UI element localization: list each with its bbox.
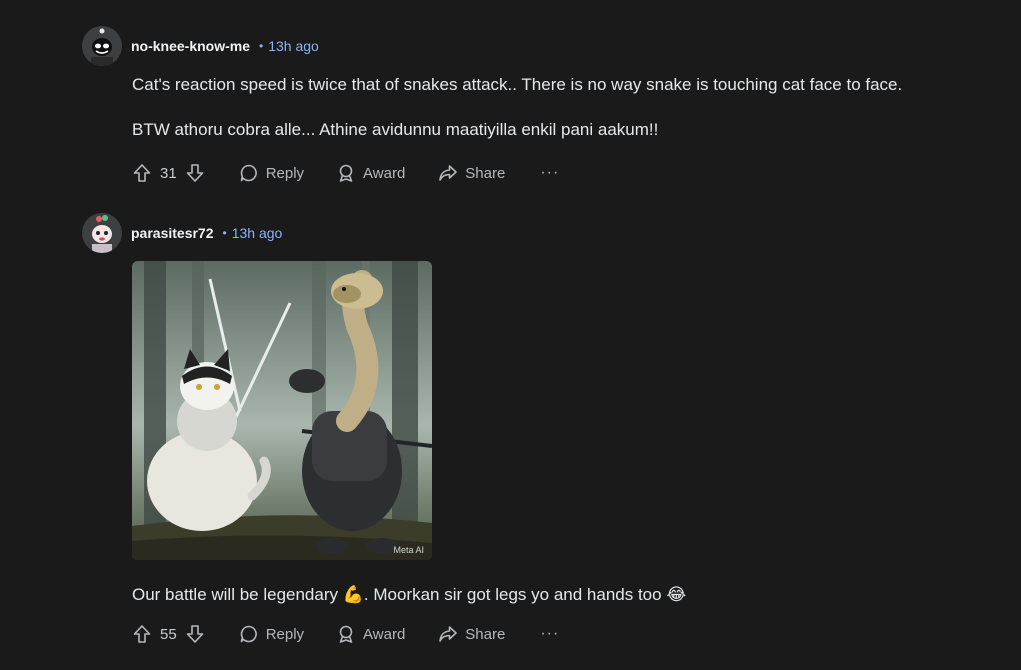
reply-label: Reply: [265, 625, 305, 643]
avatar[interactable]: [82, 26, 122, 66]
upvote-button[interactable]: [132, 624, 152, 644]
vote-count: 31: [160, 164, 177, 182]
comment-paragraph: Cat's reaction speed is twice that of sn…: [132, 75, 903, 94]
comment-text: Our battle will be legendary: [132, 585, 343, 604]
share-button[interactable]: Share: [438, 163, 505, 183]
downvote-arrow-icon: [186, 164, 203, 182]
share-arrow-icon: [439, 165, 458, 181]
username[interactable]: no-knee-know-me: [131, 38, 250, 54]
award-label: Award: [363, 625, 406, 643]
comment-image[interactable]: Meta AI: [132, 261, 432, 560]
timestamp[interactable]: 13h ago: [232, 225, 283, 241]
award-button[interactable]: Award: [336, 624, 405, 644]
upvote-arrow-icon: [133, 625, 151, 643]
cat-vs-cobra-illustration: [132, 261, 432, 560]
comment-header: no-knee-know-me • 13h ago: [82, 25, 982, 67]
share-button[interactable]: Share: [438, 624, 505, 644]
more-dots-icon: ···: [540, 625, 560, 642]
comment-1: no-knee-know-me • 13h ago Cat's reaction…: [82, 25, 982, 185]
award-label: Award: [363, 164, 406, 182]
share-label: Share: [465, 164, 506, 182]
downvote-button[interactable]: [185, 163, 205, 183]
separator-dot: •: [259, 39, 264, 53]
reply-button[interactable]: Reply: [239, 163, 304, 183]
image-watermark: Meta AI: [393, 545, 424, 555]
avatar-image: [82, 213, 122, 253]
username[interactable]: parasitesr72: [131, 225, 214, 241]
separator-dot: •: [222, 226, 227, 240]
flexed-biceps-emoji: 💪: [342, 585, 364, 604]
share-arrow-icon: [439, 626, 458, 642]
more-options-button[interactable]: ···: [540, 164, 559, 182]
downvote-button[interactable]: [185, 624, 205, 644]
share-label: Share: [465, 625, 506, 643]
avatar[interactable]: [82, 213, 122, 253]
comment-actions: 55 Reply Award Share ···: [132, 622, 982, 646]
comment-header: parasitesr72 • 13h ago: [82, 212, 982, 254]
speech-bubble-icon: [240, 164, 257, 182]
downvote-arrow-icon: [186, 625, 203, 643]
reply-label: Reply: [265, 164, 305, 182]
comment-paragraph: Our battle will be legendary 💪. Moorkan …: [132, 584, 982, 606]
comment-2: parasitesr72 • 13h ago Meta AI Our battl…: [82, 212, 982, 646]
upvote-button[interactable]: [132, 163, 152, 183]
comment-text: . Moorkan sir got legs yo and hands too: [363, 585, 667, 604]
more-options-button[interactable]: ···: [540, 625, 559, 643]
comment-body: Cat's reaction speed is twice that of sn…: [132, 74, 982, 141]
comment-paragraph: BTW athoru cobra alle... Athine avidunnu…: [132, 120, 659, 139]
avatar-image: [82, 26, 122, 66]
reply-button[interactable]: Reply: [239, 624, 304, 644]
speech-bubble-icon: [240, 625, 257, 643]
more-dots-icon: ···: [540, 164, 560, 181]
vote-count: 55: [160, 625, 177, 643]
timestamp[interactable]: 13h ago: [268, 38, 319, 54]
comment-body: Meta AI Our battle will be legendary 💪. …: [132, 261, 982, 606]
award-button[interactable]: Award: [336, 163, 405, 183]
award-ribbon-icon: [339, 164, 353, 182]
award-ribbon-icon: [339, 625, 353, 643]
comment-actions: 31 Reply Award Share ···: [132, 161, 982, 185]
upvote-arrow-icon: [133, 164, 151, 182]
laughing-tears-emoji: 😂: [666, 585, 687, 604]
